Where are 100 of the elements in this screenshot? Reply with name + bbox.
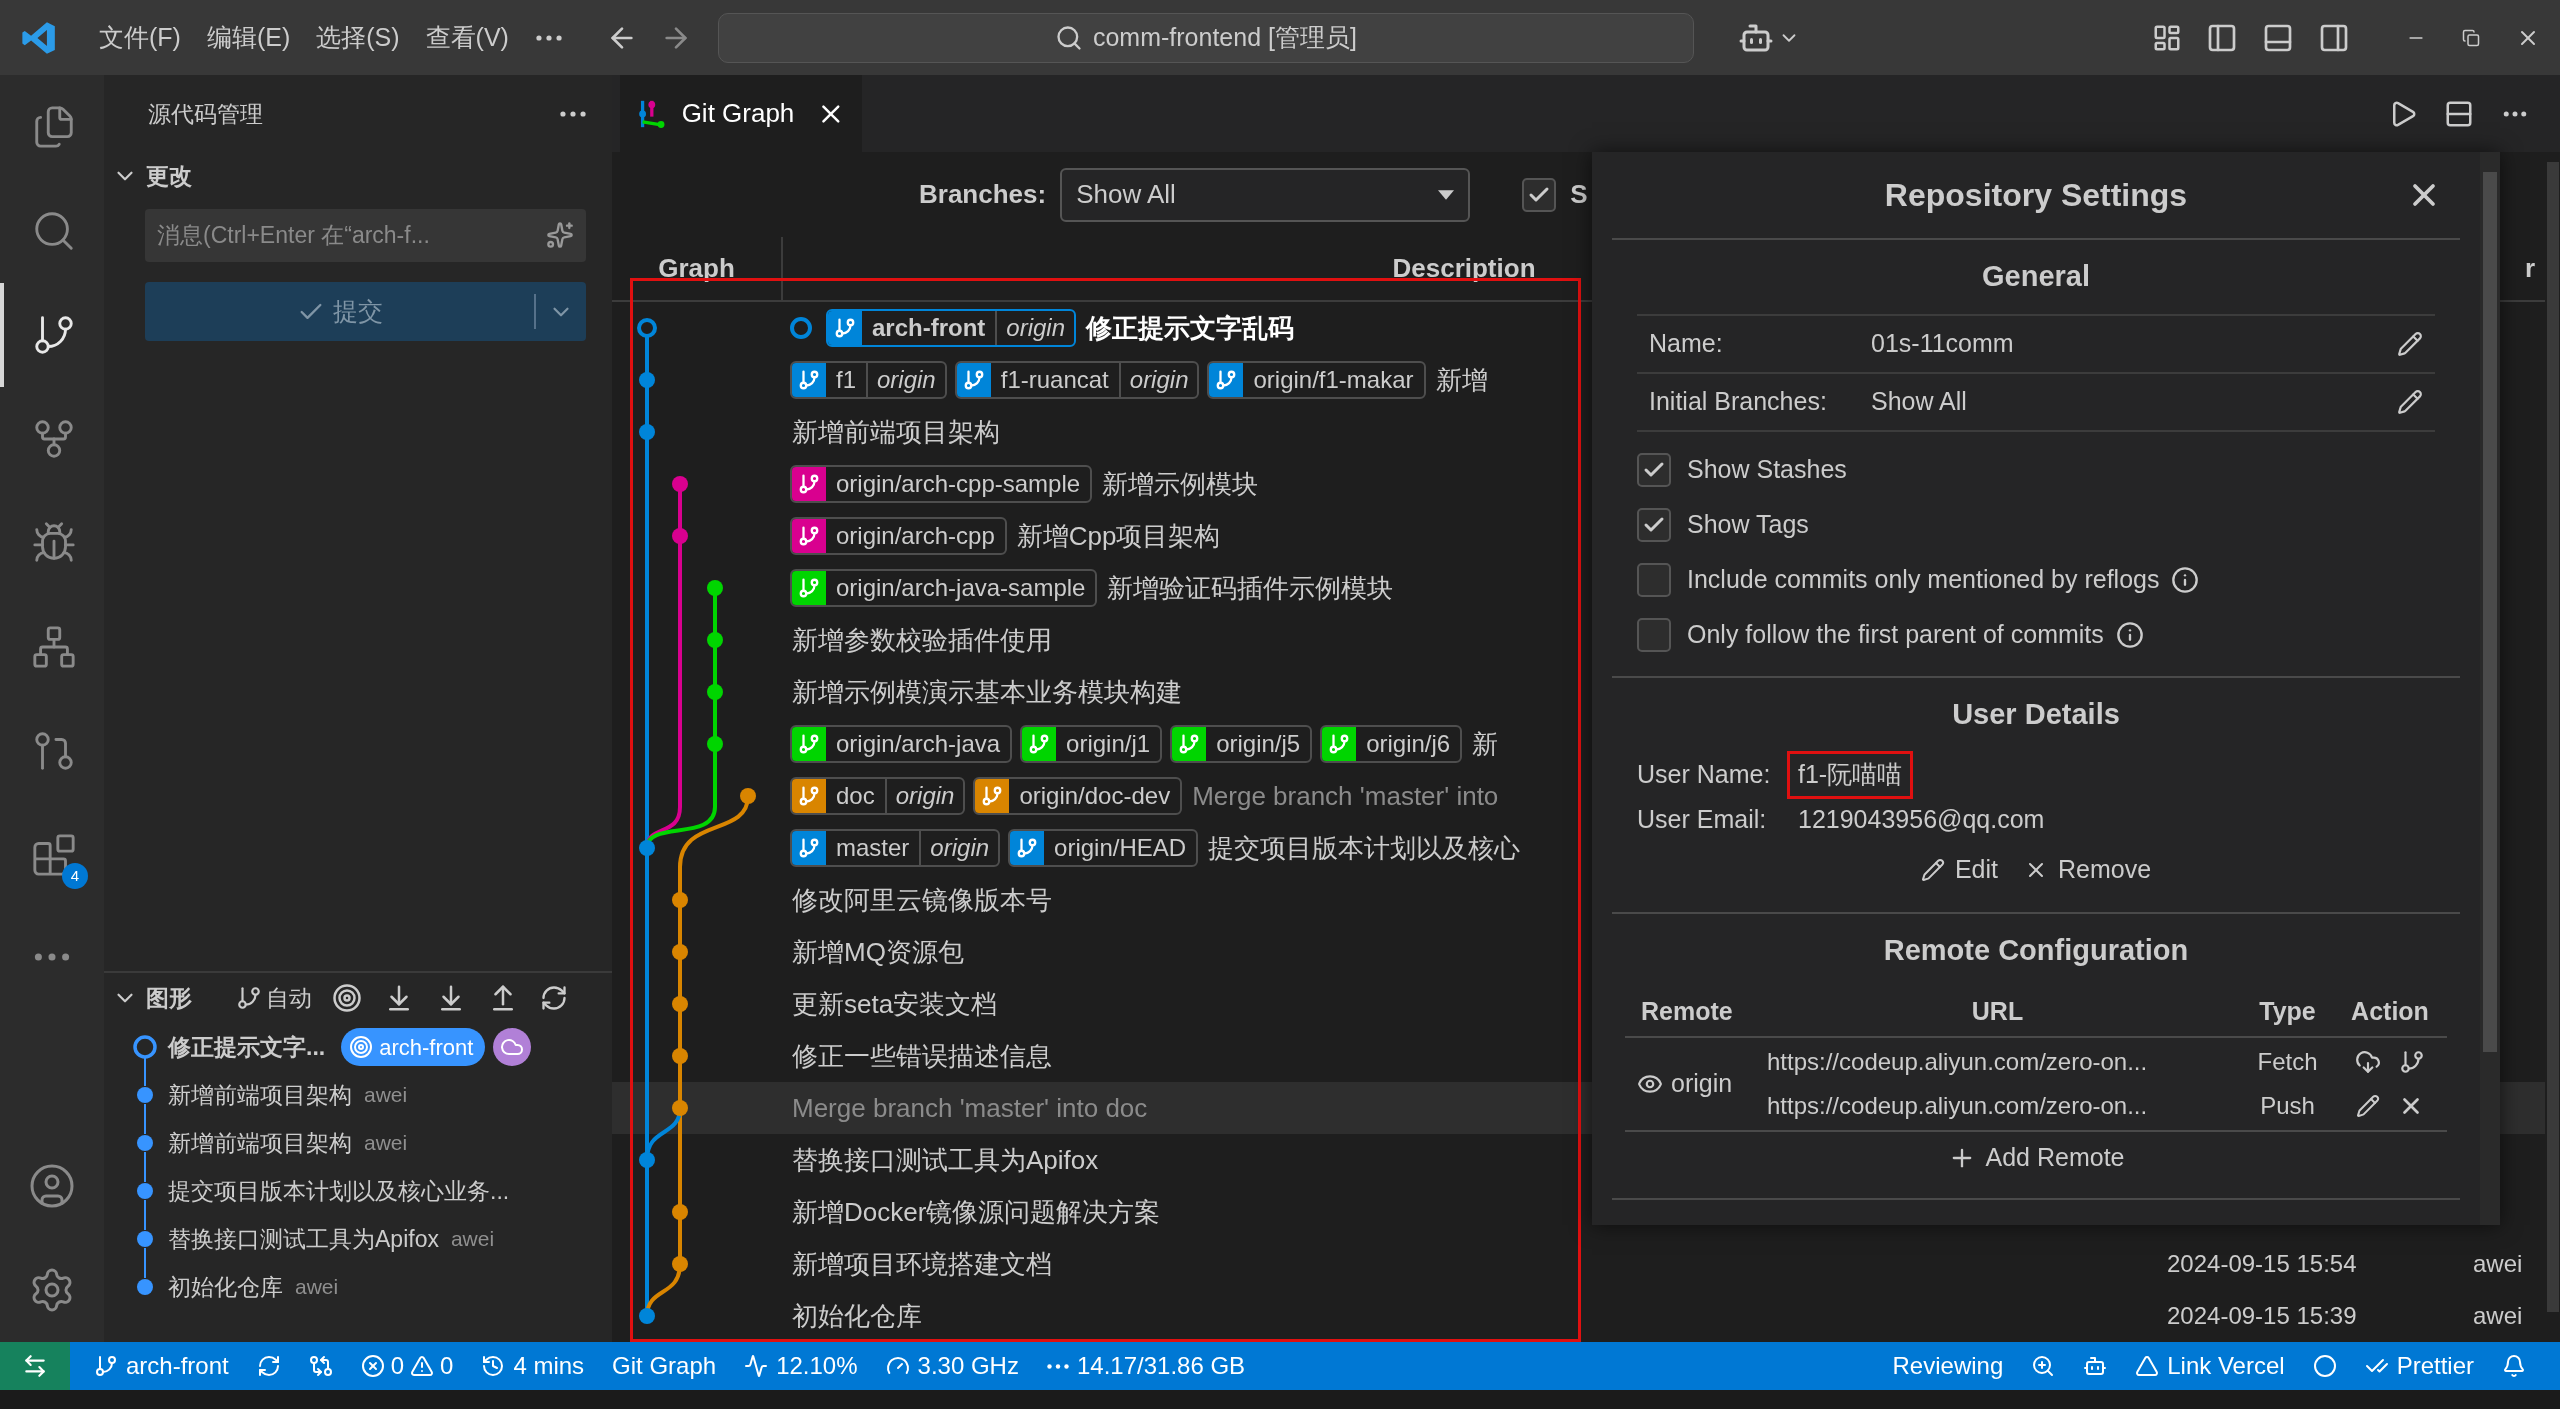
- checkbox[interactable]: [1637, 617, 1671, 652]
- menu-item[interactable]: 查看(V): [412, 12, 522, 63]
- graph-icon: [308, 1354, 333, 1378]
- commit-message: Merge branch 'master' into: [1192, 779, 1499, 813]
- menu-item[interactable]: 文件(F): [86, 12, 194, 63]
- pencil-icon[interactable]: [2397, 331, 2423, 357]
- commit-message[interactable]: 新增前端项目架构: [168, 1125, 352, 1161]
- option-label: S: [1570, 178, 1588, 211]
- status-item[interactable]: 14.17/31.86 GB: [1032, 1342, 1260, 1390]
- branch-tag[interactable]: origin/arch-cpp: [790, 517, 1007, 555]
- branch-tag[interactable]: doc origin: [790, 777, 966, 815]
- status-item[interactable]: Git Graph: [598, 1342, 731, 1390]
- user-action-button[interactable]: Edit: [1920, 851, 1998, 889]
- branch-tag[interactable]: origin/arch-java: [790, 725, 1013, 763]
- branch-tag[interactable]: origin/j5: [1170, 725, 1313, 763]
- branches-dropdown[interactable]: Show All: [1060, 167, 1471, 222]
- branch-tag[interactable]: origin/f1-makar: [1207, 361, 1426, 399]
- restore-icon[interactable]: [2462, 28, 2480, 47]
- remote-button[interactable]: [0, 1342, 70, 1390]
- branch-icon: [798, 733, 820, 755]
- user-action-button[interactable]: Remove: [2024, 851, 2152, 889]
- commit-message[interactable]: 新增前端项目架构: [168, 1077, 352, 1113]
- commit-message: 新增前端项目架构: [792, 415, 1000, 449]
- commit-message[interactable]: 提交项目版本计划以及核心业务...: [168, 1173, 510, 1209]
- remote-url: https://codeup.aliyun.com/zero-on...: [1766, 1091, 2149, 1121]
- commit-author: awei: [2472, 1301, 2523, 1331]
- remote-type: Push: [2259, 1091, 2316, 1121]
- circle-icon: [2312, 1354, 2337, 1378]
- status-item[interactable]: 3.30 GHz: [871, 1342, 1033, 1390]
- branch-tag[interactable]: master origin: [790, 829, 1001, 867]
- commit-dot: [639, 1308, 655, 1324]
- remote-type: Fetch: [2256, 1047, 2319, 1077]
- cloud-download-icon[interactable]: [2355, 1049, 2381, 1075]
- status-item[interactable]: 12.10%: [730, 1342, 872, 1390]
- commit-author: awei: [2472, 1249, 2523, 1279]
- add-remote-button[interactable]: Add Remote: [1947, 1139, 2125, 1177]
- branch-name: origin/arch-java: [835, 729, 1002, 759]
- commit-date: 2024-09-15 15:39: [2166, 1301, 2358, 1331]
- commit-message: 初始化仓库: [792, 1299, 922, 1333]
- command-center[interactable]: comm-frontend [管理员]: [717, 12, 1694, 63]
- branch-tag[interactable]: arch-front origin: [826, 309, 1077, 347]
- commit-message: 新增示例模块: [1102, 467, 1259, 501]
- branch-icon: [1028, 733, 1051, 755]
- field-value: Show All: [1871, 386, 1968, 418]
- checkbox[interactable]: [1522, 177, 1557, 212]
- branch-mode-button[interactable]: 自动: [236, 980, 312, 1016]
- commit-dot: [707, 684, 723, 700]
- more-icon[interactable]: [34, 953, 70, 961]
- scrollbar-thumb[interactable]: [2546, 162, 2559, 1312]
- more-icon[interactable]: [560, 111, 586, 117]
- branch-icon: [834, 317, 856, 339]
- option-label: Show Stashes: [1687, 453, 1847, 485]
- activity-item[interactable]: 4: [0, 803, 104, 907]
- branch-name: f1-ruancat: [999, 365, 1110, 395]
- target-icon[interactable]: [332, 983, 362, 1013]
- editor-tab[interactable]: Git Graph: [620, 75, 862, 152]
- checkbox[interactable]: [1637, 507, 1671, 542]
- triangle-icon: [2135, 1354, 2160, 1378]
- branch-icon: [798, 577, 820, 599]
- menu-item[interactable]: 选择(S): [303, 12, 413, 63]
- commit-message[interactable]: 替换接口测试工具为Apifox: [168, 1221, 439, 1257]
- branch-tag[interactable]: f1 origin: [790, 361, 947, 399]
- column-header: Type: [2258, 996, 2317, 1028]
- branch-icon: [236, 985, 262, 1011]
- branch-tag[interactable]: origin/j6: [1320, 725, 1463, 763]
- status-item[interactable]: 4 mins: [467, 1342, 599, 1390]
- scrollbar-thumb[interactable]: [2483, 172, 2497, 1052]
- status-item[interactable]: Prettier: [2350, 1342, 2488, 1390]
- branch-icon[interactable]: [2399, 1049, 2425, 1075]
- commit-message[interactable]: 修正提示文字...: [168, 1029, 326, 1065]
- commit-dot: [672, 1048, 688, 1064]
- status-item[interactable]: arch-front: [80, 1342, 243, 1390]
- pencil-icon[interactable]: [2397, 389, 2423, 415]
- commit-message: 新增Docker镜像源问题解决方案: [792, 1195, 1161, 1229]
- pencil-icon[interactable]: [2356, 1094, 2380, 1118]
- menu-item[interactable]: 编辑(E): [193, 12, 304, 63]
- tab-label: Git Graph: [681, 97, 795, 130]
- commit-author: awei: [364, 1082, 408, 1109]
- field-label: User Email:: [1637, 804, 1768, 836]
- branch-name: origin/j6: [1365, 729, 1452, 759]
- checkbox[interactable]: [1637, 562, 1671, 597]
- branch-icon: [798, 837, 820, 859]
- checkbox[interactable]: [1637, 452, 1671, 487]
- commit-row[interactable]: 初始化仓库 2024-09-15 15:39 awei: [612, 1290, 2545, 1342]
- branch-tag[interactable]: origin/HEAD: [1008, 829, 1199, 867]
- branch-tag[interactable]: f1-ruancat origin: [954, 361, 1200, 399]
- branch-tag[interactable]: origin/j1: [1020, 725, 1163, 763]
- commit-message[interactable]: 初始化仓库: [168, 1269, 283, 1305]
- branch-tag[interactable]: origin/doc-dev: [973, 777, 1183, 815]
- status-item[interactable]: 0 0: [346, 1342, 468, 1390]
- branch-icon: [94, 1354, 118, 1378]
- branch-icon: [798, 473, 820, 495]
- refresh-icon[interactable]: [540, 984, 568, 1012]
- branch-tag[interactable]: origin/arch-cpp-sample: [790, 465, 1093, 503]
- sparkle-icon[interactable]: [546, 221, 574, 249]
- pulse-icon: [744, 1354, 769, 1378]
- status-item[interactable]: Link Vercel: [2121, 1342, 2299, 1390]
- status-item[interactable]: Reviewing: [1878, 1342, 2018, 1390]
- branch-tag[interactable]: origin/arch-java-sample: [790, 569, 1098, 607]
- commit-row[interactable]: 新增项目环境搭建文档 2024-09-15 15:54 awei: [612, 1238, 2545, 1290]
